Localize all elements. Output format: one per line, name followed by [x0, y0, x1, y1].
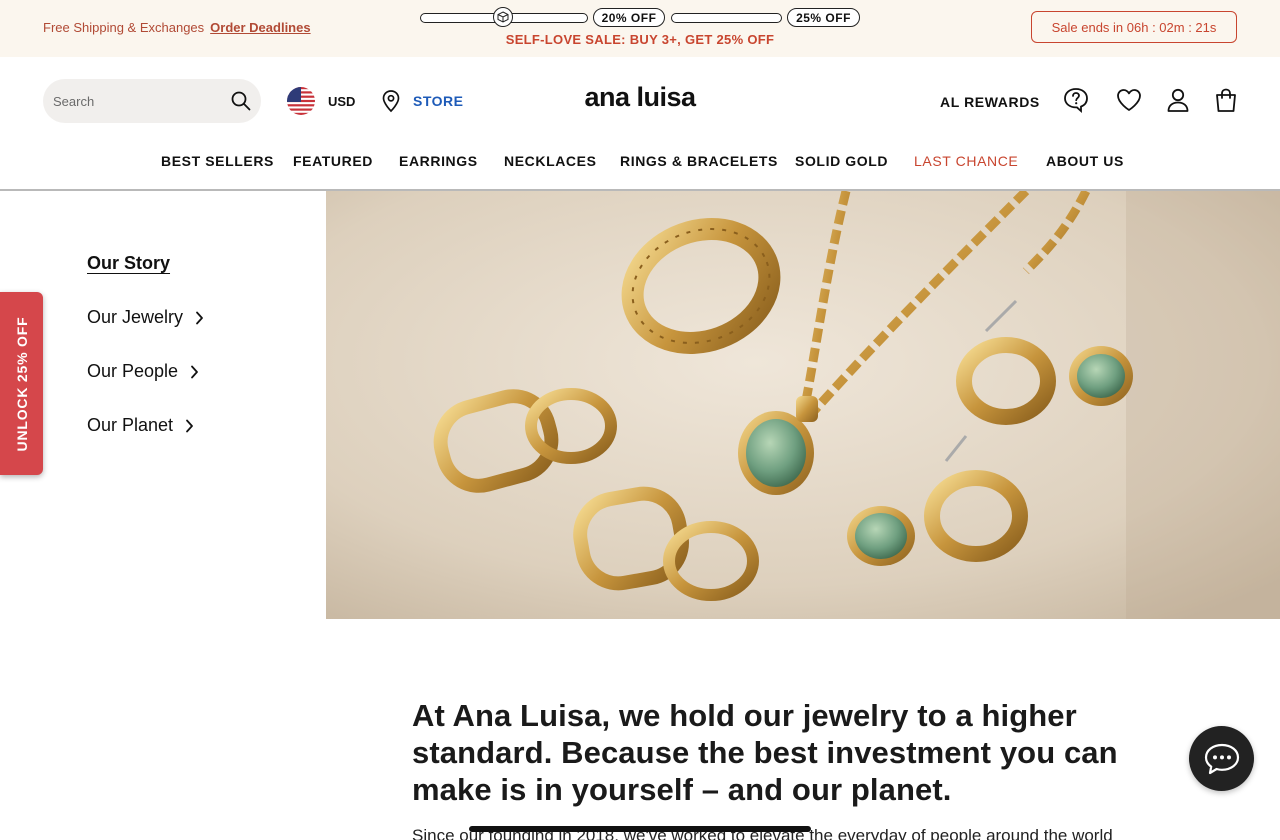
- hero-jewelry-image: [326, 191, 1280, 619]
- chat-button[interactable]: [1189, 726, 1254, 791]
- side-item-label: Our People: [87, 361, 179, 381]
- nav-necklaces[interactable]: NECKLACES: [504, 153, 597, 169]
- store-locator[interactable]: STORE: [381, 88, 463, 114]
- chevron-right-icon: [191, 365, 198, 378]
- currency-label: USD: [328, 93, 356, 109]
- brand-logo[interactable]: ana luisa: [540, 82, 740, 113]
- side-item-label: Our Story: [87, 253, 171, 273]
- sale-banner-text: SELF-LOVE SALE: BUY 3+, GET 25% OFF: [505, 32, 775, 47]
- side-item-our-people[interactable]: Our People: [87, 361, 199, 382]
- chat-bubble-icon: [1204, 743, 1239, 774]
- nav-solid-gold[interactable]: SOLID GOLD: [795, 153, 888, 169]
- store-label: STORE: [413, 93, 464, 109]
- sale-progress: 20% OFF 25% OFF: [420, 7, 860, 28]
- currency-selector[interactable]: USD: [287, 87, 355, 115]
- search-input[interactable]: [53, 79, 223, 123]
- tier-1-pill: 20% OFF: [593, 8, 665, 27]
- account-icon[interactable]: [1164, 86, 1192, 114]
- side-item-our-jewelry[interactable]: Our Jewelry: [87, 307, 204, 328]
- unlock-discount-label: UNLOCK 25% OFF: [13, 316, 30, 451]
- nav-last-chance[interactable]: LAST CHANCE: [914, 153, 1018, 169]
- box-icon: [493, 7, 513, 27]
- heart-icon[interactable]: [1115, 86, 1143, 114]
- horizontal-scrollbar[interactable]: [469, 826, 811, 832]
- shipping-text: Free Shipping & Exchanges: [43, 20, 205, 35]
- help-icon[interactable]: [1062, 86, 1090, 114]
- chevron-right-icon: [186, 419, 193, 432]
- side-item-label: Our Jewelry: [87, 307, 184, 327]
- search-icon[interactable]: [230, 90, 252, 112]
- location-pin-icon: [382, 90, 400, 113]
- shipping-info: Free Shipping & Exchanges Order Deadlines: [43, 20, 311, 35]
- shopping-bag-icon[interactable]: [1212, 86, 1240, 114]
- rewards-link[interactable]: AL REWARDS: [940, 94, 1040, 110]
- us-flag-icon: [287, 87, 315, 115]
- search-box[interactable]: [43, 79, 261, 123]
- nav-best-sellers[interactable]: BEST SELLERS: [161, 153, 274, 169]
- nav-rings-bracelets[interactable]: RINGS & BRACELETS: [620, 153, 778, 169]
- progress-track-2: [671, 13, 782, 23]
- nav-featured[interactable]: FEATURED: [293, 153, 373, 169]
- nav-earrings[interactable]: EARRINGS: [399, 153, 478, 169]
- unlock-discount-tab[interactable]: UNLOCK 25% OFF: [0, 292, 43, 475]
- nav-about-us[interactable]: ABOUT US: [1046, 153, 1124, 169]
- promo-bar: Free Shipping & Exchanges Order Deadlines…: [0, 0, 1280, 57]
- side-item-our-planet[interactable]: Our Planet: [87, 415, 194, 436]
- about-headline: At Ana Luisa, we hold our jewelry to a h…: [412, 698, 1118, 807]
- main-nav: BEST SELLERS FEATURED EARRINGS NECKLACES…: [0, 144, 1280, 180]
- tier-2-pill: 25% OFF: [787, 8, 860, 27]
- sale-countdown[interactable]: Sale ends in 06h : 02m : 21s: [1031, 11, 1237, 43]
- side-item-label: Our Planet: [87, 415, 174, 435]
- order-deadlines-link[interactable]: Order Deadlines: [210, 20, 310, 35]
- side-item-our-story[interactable]: Our Story: [87, 253, 170, 274]
- chevron-right-icon: [196, 311, 203, 324]
